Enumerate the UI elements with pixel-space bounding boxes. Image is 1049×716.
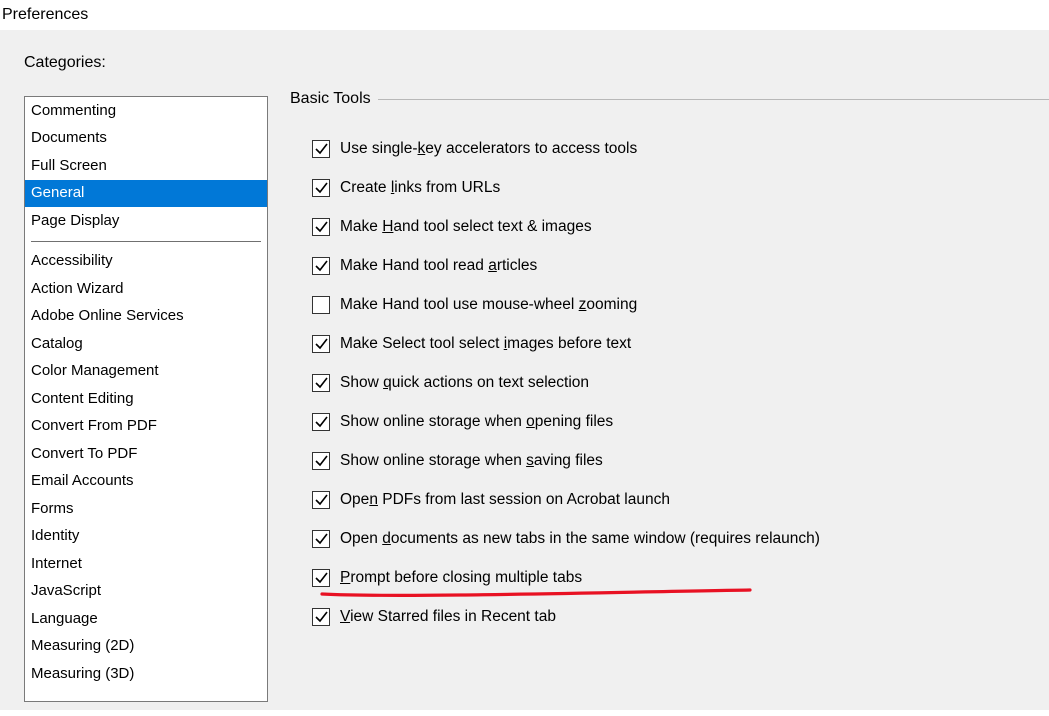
- checkbox[interactable]: [312, 335, 330, 353]
- checkbox[interactable]: [312, 452, 330, 470]
- category-item[interactable]: Language: [25, 605, 267, 633]
- option-row: Create links from URLs: [312, 179, 1049, 197]
- option-label[interactable]: Use single-key accelerators to access to…: [340, 140, 637, 158]
- category-item[interactable]: Identity: [25, 523, 267, 551]
- option-label[interactable]: Show online storage when saving files: [340, 452, 603, 470]
- checkbox[interactable]: [312, 257, 330, 275]
- category-item[interactable]: Action Wizard: [25, 275, 267, 303]
- option-row: Make Hand tool read articles: [312, 257, 1049, 275]
- option-label[interactable]: Make Hand tool select text & images: [340, 218, 592, 236]
- category-item[interactable]: Measuring (3D): [25, 660, 267, 688]
- option-label[interactable]: Open PDFs from last session on Acrobat l…: [340, 491, 670, 509]
- window-title: Preferences: [0, 0, 1049, 30]
- option-row: Show online storage when opening files: [312, 413, 1049, 431]
- category-item[interactable]: Internet: [25, 550, 267, 578]
- checkbox[interactable]: [312, 218, 330, 236]
- category-item[interactable]: Commenting: [25, 97, 267, 125]
- option-row: Show online storage when saving files: [312, 452, 1049, 470]
- option-label[interactable]: Make Hand tool use mouse-wheel zooming: [340, 296, 637, 314]
- checkbox[interactable]: [312, 530, 330, 548]
- category-item[interactable]: Page Display: [25, 207, 267, 235]
- option-row: Use single-key accelerators to access to…: [312, 140, 1049, 158]
- category-item[interactable]: Email Accounts: [25, 468, 267, 496]
- category-item[interactable]: Adobe Online Services: [25, 303, 267, 331]
- option-row: Make Hand tool select text & images: [312, 218, 1049, 236]
- checkbox[interactable]: [312, 569, 330, 587]
- option-row: Open documents as new tabs in the same w…: [312, 530, 1049, 548]
- option-row: Show quick actions on text selection: [312, 374, 1049, 392]
- option-row: View Starred files in Recent tab: [312, 608, 1049, 626]
- category-item[interactable]: Content Editing: [25, 385, 267, 413]
- checkbox[interactable]: [312, 608, 330, 626]
- category-item[interactable]: Forms: [25, 495, 267, 523]
- option-label[interactable]: Show quick actions on text selection: [340, 374, 589, 392]
- basic-tools-group: Basic Tools Use single-key accelerators …: [290, 90, 1049, 626]
- category-item[interactable]: General: [25, 180, 267, 208]
- option-label[interactable]: Show online storage when opening files: [340, 413, 613, 431]
- checkbox[interactable]: [312, 491, 330, 509]
- option-label[interactable]: Open documents as new tabs in the same w…: [340, 530, 820, 548]
- category-item[interactable]: JavaScript: [25, 578, 267, 606]
- checkbox[interactable]: [312, 374, 330, 392]
- checkbox[interactable]: [312, 179, 330, 197]
- category-item[interactable]: Convert To PDF: [25, 440, 267, 468]
- option-label[interactable]: View Starred files in Recent tab: [340, 608, 556, 626]
- category-item[interactable]: Measuring (2D): [25, 633, 267, 661]
- option-label[interactable]: Prompt before closing multiple tabs: [340, 569, 582, 587]
- option-row: Prompt before closing multiple tabs: [312, 569, 1049, 587]
- category-item[interactable]: Documents: [25, 125, 267, 153]
- option-row: Open PDFs from last session on Acrobat l…: [312, 491, 1049, 509]
- checkbox[interactable]: [312, 140, 330, 158]
- group-border: [378, 99, 1049, 100]
- checkbox[interactable]: [312, 413, 330, 431]
- checkbox[interactable]: [312, 296, 330, 314]
- group-title: Basic Tools: [290, 90, 377, 108]
- option-label[interactable]: Make Hand tool read articles: [340, 257, 537, 275]
- category-item[interactable]: Color Management: [25, 358, 267, 386]
- categories-label: Categories:: [24, 54, 1049, 72]
- option-row: Make Select tool select images before te…: [312, 335, 1049, 353]
- option-row: Make Hand tool use mouse-wheel zooming: [312, 296, 1049, 314]
- category-item[interactable]: Accessibility: [25, 248, 267, 276]
- category-item[interactable]: Convert From PDF: [25, 413, 267, 441]
- content-area: Categories: CommentingDocumentsFull Scre…: [0, 30, 1049, 710]
- option-label[interactable]: Make Select tool select images before te…: [340, 335, 631, 353]
- categories-listbox[interactable]: CommentingDocumentsFull ScreenGeneralPag…: [24, 96, 268, 702]
- category-item[interactable]: Catalog: [25, 330, 267, 358]
- list-separator: [31, 241, 261, 242]
- option-label[interactable]: Create links from URLs: [340, 179, 500, 197]
- category-item[interactable]: Full Screen: [25, 152, 267, 180]
